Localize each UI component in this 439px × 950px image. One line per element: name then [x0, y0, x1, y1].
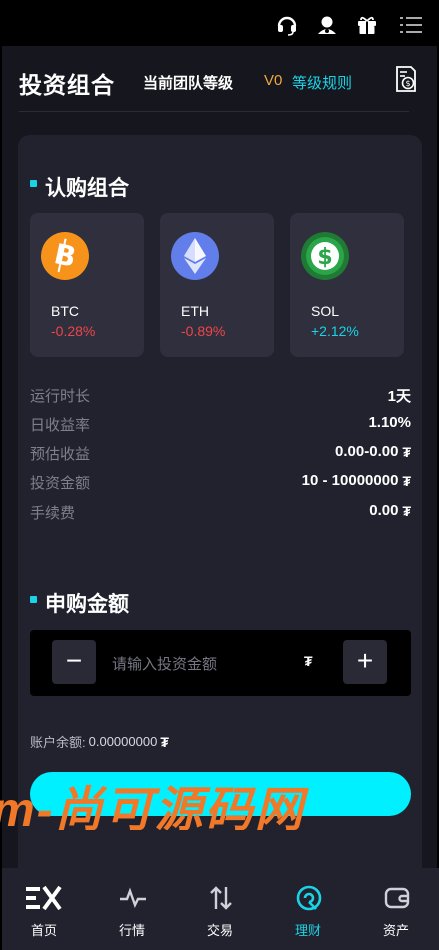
stat-value: 1.10% — [368, 414, 411, 431]
nav-item-finance[interactable]: 理财 — [264, 868, 352, 950]
team-level-label: 当前团队等级 — [143, 75, 234, 92]
page-header: 投资组合 当前团队等级 V0 等级规则 $ — [2, 46, 437, 112]
nav-label: 资产 — [382, 923, 409, 938]
gift-icon[interactable] — [356, 14, 378, 36]
svg-text:$: $ — [317, 245, 332, 270]
purchase-section-title: 申购金额 — [30, 588, 129, 618]
stat-value-text: 1天 — [387, 388, 411, 405]
wallet-icon — [384, 887, 410, 909]
stat-row-fee: 手续费 0.00 ₮ — [30, 502, 411, 522]
stat-value-text: 0.00 — [369, 502, 399, 519]
nav-item-home[interactable]: 首页 — [0, 868, 88, 950]
nav-label: 理财 — [294, 923, 321, 938]
balance-value: 0.00000000 — [88, 734, 158, 749]
stat-label: 手续费 — [30, 505, 76, 522]
menu-icon[interactable] — [400, 14, 422, 36]
coin-card-btc[interactable]: B BTC -0.28% — [30, 213, 144, 357]
stat-row-duration: 运行时长 1天 — [30, 385, 411, 405]
amount-stepper: − 请输入投资金额 ₮ + — [30, 630, 411, 696]
bottom-nav: 首页 行情 交易 理财 资产 — [2, 868, 439, 950]
nav-item-market[interactable]: 行情 — [88, 868, 176, 950]
nav-label: 首页 — [30, 923, 57, 938]
header-divider — [19, 111, 409, 112]
finance-icon — [296, 885, 322, 911]
pulse-icon — [120, 887, 146, 909]
stat-value: 0.00 ₮ — [369, 502, 411, 519]
subscribe-section-title: 认购组合 — [30, 172, 129, 202]
tether-icon: ₮ — [402, 443, 411, 460]
home-logo-icon — [26, 885, 62, 911]
stat-label: 预估收益 — [30, 446, 91, 463]
nav-label: 交易 — [206, 923, 233, 938]
stat-value: 10 - 10000000 ₮ — [302, 472, 411, 489]
section-marker — [30, 180, 37, 187]
increase-button[interactable]: + — [343, 640, 387, 684]
watermark-text: m-尚可源码网 — [0, 784, 305, 830]
level-rules-link[interactable]: 等级规则 — [292, 72, 352, 93]
stat-value: 1天 — [388, 385, 411, 406]
tether-icon: ₮ — [402, 472, 411, 489]
balance-label: 账户余额: — [30, 735, 86, 750]
user-icon[interactable] — [316, 14, 338, 36]
nav-label: 行情 — [118, 923, 145, 938]
decrease-button[interactable]: − — [52, 640, 96, 684]
svg-text:$: $ — [405, 79, 410, 88]
coin-change: +2.12% — [311, 323, 359, 339]
tether-icon: ₮ — [304, 653, 313, 669]
section-marker — [30, 596, 37, 603]
stat-value-text: 0.00-0.00 — [335, 443, 399, 460]
stat-row-est-income: 预估收益 0.00-0.00 ₮ — [30, 443, 411, 463]
stat-value: 0.00-0.00 ₮ — [335, 443, 411, 460]
coin-symbol: BTC — [51, 303, 79, 319]
coin-symbol: ETH — [181, 303, 209, 319]
account-balance: 账户余额: 0.00000000 ₮ — [30, 732, 169, 751]
document-coin-icon[interactable]: $ — [395, 66, 417, 92]
amount-input[interactable]: 请输入投资金额 — [112, 653, 217, 674]
purchase-title-text: 申购金额 — [45, 593, 129, 616]
coin-change: -0.89% — [181, 323, 226, 339]
stat-label: 日收益率 — [30, 417, 91, 434]
coin-card-eth[interactable]: ETH -0.89% — [160, 213, 274, 357]
top-bar — [2, 0, 437, 46]
stat-value-text: 10 - 10000000 — [301, 472, 399, 489]
coin-change: -0.28% — [51, 323, 96, 339]
stat-row-daily-yield: 日收益率 1.10% — [30, 414, 411, 434]
dollar-coin-icon: $ — [301, 232, 349, 280]
nav-item-assets[interactable]: 资产 — [352, 868, 439, 950]
coin-card-sol[interactable]: $ SOL +2.12% — [290, 213, 404, 357]
stat-label: 投资金额 — [30, 475, 91, 492]
tether-icon: ₮ — [160, 733, 169, 750]
coin-symbol: SOL — [311, 303, 340, 319]
stat-value-text: 1.10% — [368, 414, 411, 431]
eth-icon — [171, 232, 219, 280]
team-level-value: V0 — [264, 72, 283, 89]
subscribe-title-text: 认购组合 — [45, 177, 129, 200]
stat-row-invest-amount: 投资金额 10 - 10000000 ₮ — [30, 472, 411, 492]
btc-icon: B — [41, 232, 89, 280]
page-title: 投资组合 — [19, 72, 115, 98]
swap-icon — [210, 886, 232, 910]
tether-icon: ₮ — [402, 502, 411, 519]
headset-icon[interactable] — [276, 14, 298, 36]
nav-item-trade[interactable]: 交易 — [176, 868, 264, 950]
stat-label: 运行时长 — [30, 388, 91, 405]
